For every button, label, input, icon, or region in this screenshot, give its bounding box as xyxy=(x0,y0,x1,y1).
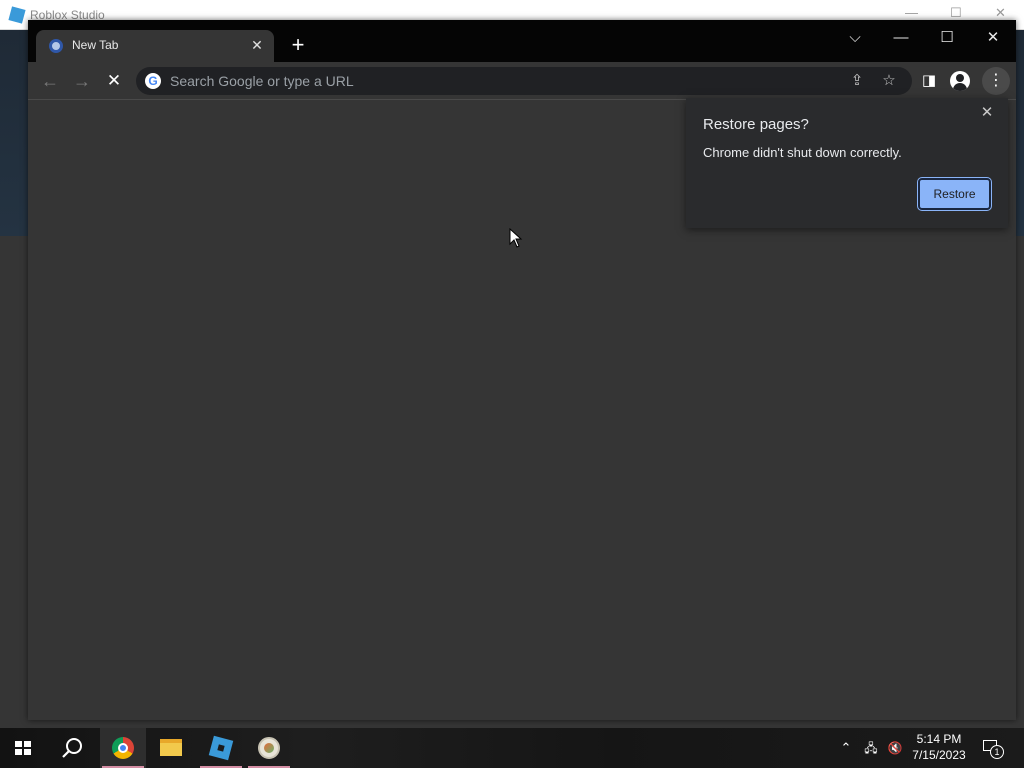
omnibox[interactable]: G ⇪ ☆ xyxy=(136,67,912,95)
network-icon[interactable]: 🖧 xyxy=(860,728,882,768)
browser-toolbar: ← → ✕ G ⇪ ☆ ◨ ⋮ xyxy=(28,62,1016,100)
dialog-close-icon[interactable]: ✕ xyxy=(976,102,998,124)
taskbar: ⌃ 🖧 🔇 5:14 PM 7/15/2023 1 xyxy=(0,728,1024,768)
clock[interactable]: 5:14 PM 7/15/2023 xyxy=(906,731,972,765)
search-button[interactable] xyxy=(48,728,94,768)
maximize-button[interactable]: ☐ xyxy=(932,26,962,50)
bg-minimize-button[interactable]: — xyxy=(905,5,918,20)
new-tab-button[interactable]: + xyxy=(286,34,310,58)
chrome-icon xyxy=(112,737,134,759)
notification-count-badge: 1 xyxy=(990,745,1004,759)
bg-maximize-button[interactable]: ☐ xyxy=(950,5,962,21)
taskbar-chrome[interactable] xyxy=(100,728,146,768)
bg-close-button[interactable]: ✕ xyxy=(995,5,1006,21)
forward-arrow-icon[interactable]: → xyxy=(69,68,95,94)
roblox-studio-logo-icon xyxy=(8,6,26,24)
tab-new-tab[interactable]: New Tab ✕ xyxy=(36,30,274,62)
tab-search-icon[interactable]: ⌵ xyxy=(840,26,870,50)
roblox-studio-icon xyxy=(208,735,234,761)
restore-button[interactable]: Restore xyxy=(917,177,992,211)
address-bar-input[interactable] xyxy=(170,67,810,95)
search-icon xyxy=(62,738,82,758)
start-button[interactable] xyxy=(0,728,46,768)
side-panel-icon[interactable]: ◨ xyxy=(916,68,942,94)
minimize-button[interactable]: — xyxy=(886,26,916,50)
dialog-message: Chrome didn't shut down correctly. xyxy=(703,145,902,160)
mouse-pointer-icon xyxy=(509,228,523,248)
taskbar-app[interactable] xyxy=(246,728,292,768)
show-hidden-icons-chevron-icon[interactable]: ⌃ xyxy=(836,728,856,768)
bookmark-star-icon[interactable]: ☆ xyxy=(878,70,900,92)
bg-panel xyxy=(1016,30,1024,236)
clock-date: 7/15/2023 xyxy=(912,748,966,762)
stop-loading-icon[interactable]: ✕ xyxy=(101,68,127,94)
back-arrow-icon[interactable]: ← xyxy=(37,68,63,94)
action-center-button[interactable]: 1 xyxy=(980,736,1006,760)
bg-panel xyxy=(0,30,28,236)
app-icon xyxy=(258,737,280,759)
restore-pages-dialog: Restore pages? Chrome didn't shut down c… xyxy=(686,98,1008,228)
tab-close-icon[interactable]: ✕ xyxy=(248,36,266,54)
chrome-menu-icon[interactable]: ⋮ xyxy=(982,67,1010,95)
share-icon[interactable]: ⇪ xyxy=(846,70,868,92)
clock-time: 5:14 PM xyxy=(916,732,962,746)
new-tab-favicon-icon xyxy=(49,39,63,53)
dialog-title: Restore pages? xyxy=(703,116,809,133)
profile-avatar-icon[interactable] xyxy=(950,71,970,91)
taskbar-file-explorer[interactable] xyxy=(148,728,194,768)
close-window-button[interactable]: ✕ xyxy=(978,26,1008,50)
google-icon: G xyxy=(145,73,161,89)
tab-title: New Tab xyxy=(72,38,119,52)
windows-start-icon xyxy=(15,741,31,755)
taskbar-roblox-studio[interactable] xyxy=(198,728,244,768)
tab-strip: New Tab ✕ + ⌵ — ☐ ✕ xyxy=(28,20,1016,62)
volume-muted-icon[interactable]: 🔇 xyxy=(884,728,906,768)
file-explorer-icon xyxy=(160,739,182,756)
